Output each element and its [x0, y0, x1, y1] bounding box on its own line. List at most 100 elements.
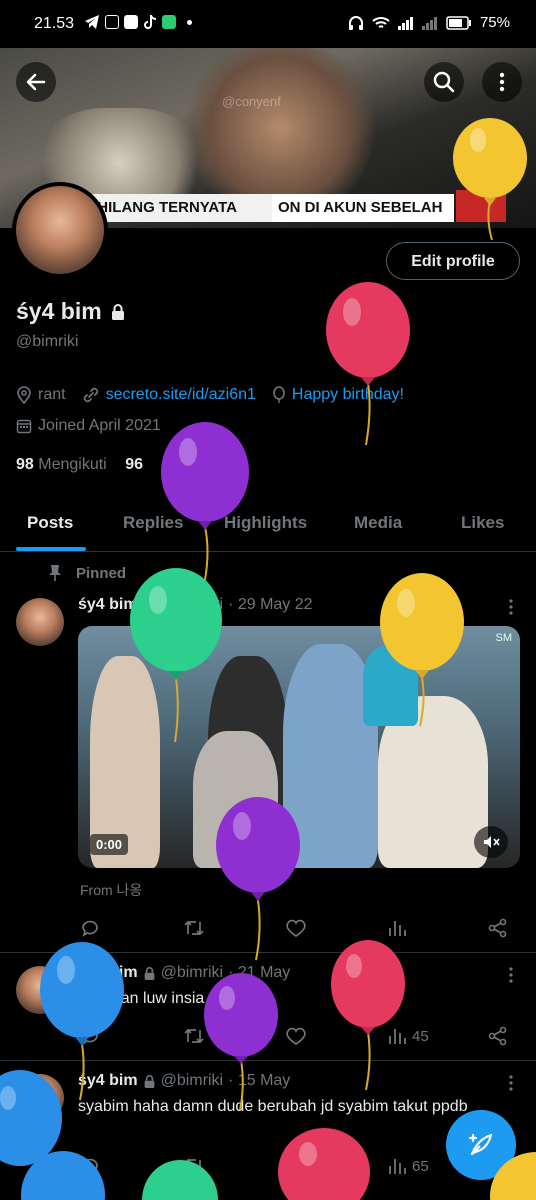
hand-emoji-icon — [244, 991, 259, 1007]
views-button[interactable] — [387, 918, 407, 938]
post-more-icon[interactable] — [507, 1074, 515, 1092]
compose-post-button[interactable] — [446, 1110, 516, 1180]
balloon-icon — [326, 282, 410, 446]
lock-icon — [144, 598, 154, 612]
share-icon — [488, 1026, 507, 1046]
profile-meta-row: rant secreto.site/id/azi6n1 Happy birthd… — [16, 386, 404, 404]
banner-caption-right: ON DI AKUN SEBELAH — [272, 194, 454, 222]
tab-replies[interactable]: Replies — [123, 513, 183, 533]
followers-stat[interactable]: 96 — [125, 456, 143, 473]
views-count: 45 — [412, 1027, 429, 1045]
banner-news-logo — [456, 190, 506, 222]
headphones-icon — [348, 15, 363, 30]
profile-website-link[interactable]: secreto.site/id/azi6n1 — [106, 386, 256, 404]
post-author-handle: @bimriki — [160, 1072, 224, 1089]
repost-button[interactable] — [183, 918, 205, 938]
following-label: Mengikuti — [38, 456, 107, 473]
chat-icon — [162, 15, 176, 29]
tab-likes[interactable]: Likes — [461, 513, 504, 533]
repost-button[interactable] — [183, 1156, 205, 1176]
battery-icon — [446, 15, 471, 30]
profile-stats: 98 Mengikuti 96 — [16, 456, 143, 474]
tabs-divider — [0, 551, 536, 552]
hand-emoji-icon — [208, 991, 223, 1007]
more-button[interactable] — [482, 62, 522, 102]
balloon-icon — [142, 1160, 218, 1200]
pin-icon — [49, 565, 61, 581]
tab-highlights[interactable]: Highlights — [224, 513, 307, 533]
banner-person-shape — [180, 48, 380, 208]
post-text-content: bajingan luw insia — [78, 990, 205, 1007]
like-button[interactable] — [285, 1026, 307, 1046]
status-time: 21.53 — [34, 15, 75, 32]
post-date: · 15 May — [228, 1072, 291, 1089]
post-avatar[interactable] — [16, 966, 64, 1014]
reply-button[interactable] — [80, 1156, 100, 1176]
tab-media[interactable]: Media — [354, 513, 402, 533]
reply-icon — [82, 1158, 98, 1175]
like-button[interactable] — [285, 918, 307, 938]
post-more-icon[interactable] — [507, 598, 515, 616]
mute-icon — [484, 836, 500, 848]
balloon-icon — [331, 940, 405, 1091]
post-header: śy4 bim @bimriki · 29 May 22 — [78, 596, 313, 614]
post-text: bajingan luw insia — [78, 988, 259, 1010]
profile-name-row: śy4 bim — [16, 298, 126, 325]
banner-watermark: @conyenf — [222, 94, 281, 109]
post-author-name[interactable]: śy4 bim — [78, 1072, 138, 1090]
edit-profile-button[interactable]: Edit profile — [386, 242, 520, 280]
repost-button[interactable] — [183, 1026, 205, 1046]
heart-icon — [286, 1157, 306, 1176]
reply-button[interactable] — [80, 918, 100, 938]
wifi-icon — [372, 16, 390, 28]
post-author-handle: @bimriki — [160, 964, 224, 981]
post-avatar[interactable] — [16, 1074, 64, 1122]
post-author-name[interactable]: śy4 bim — [78, 964, 138, 982]
reply-button[interactable] — [80, 1026, 100, 1046]
repost-icon — [184, 1028, 204, 1044]
lock-icon — [111, 303, 124, 320]
heart-icon — [286, 1027, 306, 1046]
notification-icons — [84, 14, 192, 30]
post-author-name[interactable]: śy4 bim — [78, 596, 138, 614]
compose-feather-icon — [468, 1133, 493, 1156]
profile-avatar[interactable] — [12, 182, 108, 278]
lock-icon — [144, 1074, 154, 1088]
views-button[interactable]: 65 — [387, 1156, 429, 1176]
post-video[interactable]: SM — [78, 626, 520, 868]
more-vertical-icon — [499, 72, 505, 92]
video-badge: SM — [495, 632, 513, 644]
post-avatar[interactable] — [16, 598, 64, 646]
tab-posts[interactable]: Posts — [27, 513, 73, 533]
post-date: · 21 May — [228, 964, 291, 981]
post-more-icon[interactable] — [507, 966, 515, 984]
mute-button[interactable] — [474, 826, 508, 858]
share-button[interactable] — [487, 1026, 509, 1046]
profile-location: rant — [38, 386, 66, 403]
video-person-shape — [363, 646, 418, 726]
share-button[interactable] — [487, 918, 509, 938]
heart-icon — [286, 919, 306, 938]
balloon-icon — [161, 422, 249, 581]
views-button[interactable]: 45 — [387, 1026, 429, 1046]
like-button[interactable] — [285, 1156, 307, 1176]
search-icon — [433, 71, 455, 93]
system-icons: 75% — [348, 14, 510, 31]
following-stat[interactable]: 98 Mengikuti — [16, 456, 107, 473]
reply-icon — [82, 920, 98, 937]
views-icon — [389, 1029, 406, 1044]
profile-joined: Joined April 2021 — [38, 417, 161, 434]
search-button[interactable] — [424, 62, 464, 102]
status-bar: 21.53 75% — [0, 0, 536, 48]
profile-handle: @bimriki — [16, 333, 79, 350]
views-icon — [389, 921, 406, 936]
share-icon — [488, 918, 507, 938]
profile-birthday[interactable]: Happy birthday! — [292, 386, 404, 404]
dot-icon — [187, 19, 192, 25]
repost-icon — [184, 1158, 204, 1174]
back-button[interactable] — [16, 62, 56, 102]
calendar-icon — [16, 419, 32, 434]
pinned-row: Pinned — [48, 564, 126, 582]
post-divider — [0, 952, 536, 953]
pinned-label: Pinned — [76, 564, 127, 582]
